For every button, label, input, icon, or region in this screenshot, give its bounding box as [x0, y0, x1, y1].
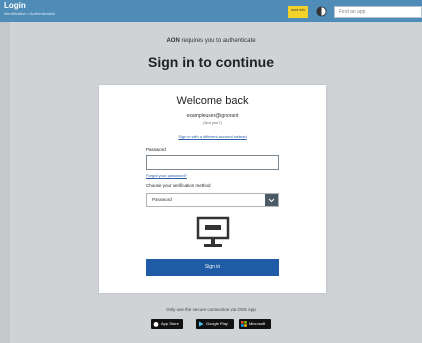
username-label: exampleuser@ignorant: [186, 113, 239, 119]
app-store-label: App Store: [161, 321, 179, 326]
apple-icon: [153, 322, 159, 327]
requires-text: requires you to authenticate: [179, 38, 256, 44]
app-subtitle: Identification • Authentication: [4, 11, 56, 16]
password-label: Password: [146, 147, 166, 152]
sign-in-button[interactable]: Sign in: [146, 259, 279, 276]
search-input[interactable]: Find an app: [334, 6, 422, 18]
not-you-link[interactable]: (Not you?): [99, 120, 326, 125]
switch-account-link[interactable]: Sign in with a different account instead: [99, 134, 326, 139]
windows-icon: [241, 321, 247, 327]
requires-brand: AON: [166, 38, 180, 44]
footer-text: Only use the secure connection via OSS A…: [166, 307, 256, 312]
method-label: Choose your verification method: [146, 183, 211, 188]
monitor-icon: [196, 216, 230, 247]
chevron-down-icon[interactable]: [265, 194, 278, 206]
google-play-badge[interactable]: Google Play: [196, 319, 234, 329]
top-bar: Login Identification • Authentication mo…: [0, 0, 422, 22]
login-card: Welcome back exampleuser@ignorant (Not y…: [99, 85, 326, 293]
theme-toggle-icon[interactable]: [316, 6, 327, 17]
app-title: Login: [4, 1, 26, 10]
microsoft-store-badge[interactable]: Microsoft: [239, 319, 271, 329]
method-select-value: Password: [152, 197, 172, 202]
google-play-label: Google Play: [206, 321, 228, 326]
info-badge[interactable]: more info: [288, 6, 308, 18]
auth-requirement-text: AON requires you to authenticate: [0, 38, 422, 44]
app-store-badge[interactable]: App Store: [151, 319, 183, 329]
page-title: Sign in to continue: [148, 54, 274, 70]
welcome-title: Welcome back: [176, 95, 249, 107]
forgot-password-link[interactable]: Forgot your password?: [146, 173, 187, 178]
microsoft-store-label: Microsoft: [249, 321, 266, 326]
play-icon: [199, 321, 204, 327]
left-strip: [0, 22, 10, 343]
method-select[interactable]: Password: [146, 193, 279, 207]
password-field[interactable]: [146, 155, 279, 170]
